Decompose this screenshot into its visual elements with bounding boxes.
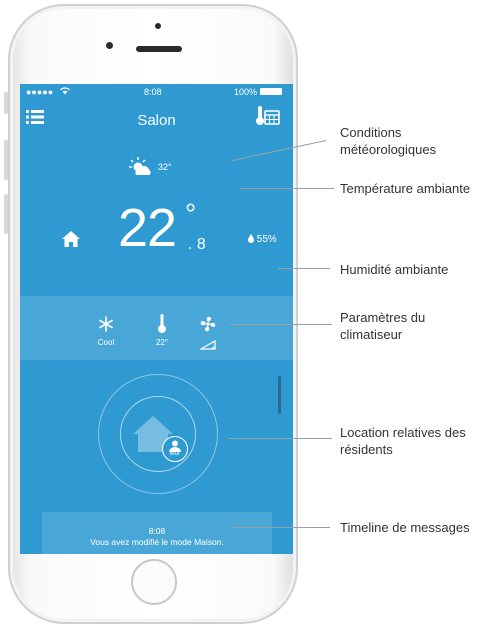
scroll-indicator[interactable] (278, 376, 281, 414)
ac-mode-label: Cool (97, 338, 115, 347)
ac-setpoint-label: 22° (155, 338, 169, 347)
wifi-icon (60, 87, 70, 95)
mute-switch (4, 92, 8, 114)
signal-ramp-icon (200, 340, 216, 350)
ac-settings-panel[interactable]: Cool 22° (20, 296, 293, 360)
annotation-humidity: Humidité ambiante (340, 262, 449, 277)
room-title: Salon (137, 112, 176, 129)
front-camera (106, 42, 113, 49)
annotation-timeline: Timeline de messages (340, 520, 470, 535)
fan-icon (200, 316, 216, 332)
annotation-location-line1: Location relatives des (340, 425, 466, 440)
indoor-temperature: 22 ° . 8 (118, 198, 218, 268)
resident-avatar[interactable]: Moi (162, 436, 188, 462)
calendar-thermometer-icon[interactable] (256, 106, 280, 126)
battery-percent: 100% (234, 87, 258, 97)
droplet-icon (248, 234, 254, 243)
humidity-value: 55% (256, 234, 277, 245)
humidity-readout: 55% (248, 234, 277, 245)
volume-up-button (4, 140, 8, 180)
annotation-location-line2: résidents (340, 442, 393, 457)
leader-line-timeline (232, 527, 330, 528)
weather-widget: 32° (128, 156, 188, 180)
resident-avatar-label: Moi (169, 451, 180, 457)
status-bar: ●●●●● 8:08 100% (20, 84, 293, 98)
phone-camera-dot (155, 23, 161, 29)
earpiece-speaker (136, 46, 182, 52)
volume-down-button (4, 194, 8, 234)
weather-temperature: 32° (158, 162, 172, 172)
annotation-weather-line2: météorologiques (340, 142, 437, 157)
degree-symbol: ° (185, 198, 197, 229)
home-button[interactable] (131, 559, 177, 605)
leader-line-ac (230, 324, 332, 325)
leader-line-humidity (278, 268, 330, 269)
annotation-location: Location relatives des résidents (340, 424, 466, 458)
annotation-ac-line1: Paramètres du (340, 310, 426, 325)
thermometer-icon (158, 314, 166, 333)
snowflake-icon (99, 316, 113, 332)
timeline-message: Vous avez modifié le mode Maison. (90, 537, 224, 547)
leader-line-location (228, 438, 332, 439)
annotation-temperature: Température ambiante (340, 181, 471, 196)
annotation-ac: Paramètres du climatiseur (340, 309, 425, 343)
temperature-decimal: . 8 (188, 236, 206, 253)
annotation-weather-line1: Conditions (340, 125, 402, 140)
temperature-integer: 22 (118, 198, 177, 258)
message-timeline[interactable]: 8:08 Vous avez modifié le mode Maison. (42, 512, 272, 554)
signal-strength: ●●●●● (26, 87, 54, 97)
annotation-weather: Conditions météorologiques (340, 124, 436, 158)
battery-icon (260, 88, 282, 95)
leader-line-temperature (240, 188, 334, 189)
annotation-ac-line2: climatiseur (340, 327, 403, 342)
home-icon[interactable] (61, 230, 81, 248)
partly-sunny-icon (129, 157, 151, 175)
status-time: 8:08 (144, 87, 162, 97)
